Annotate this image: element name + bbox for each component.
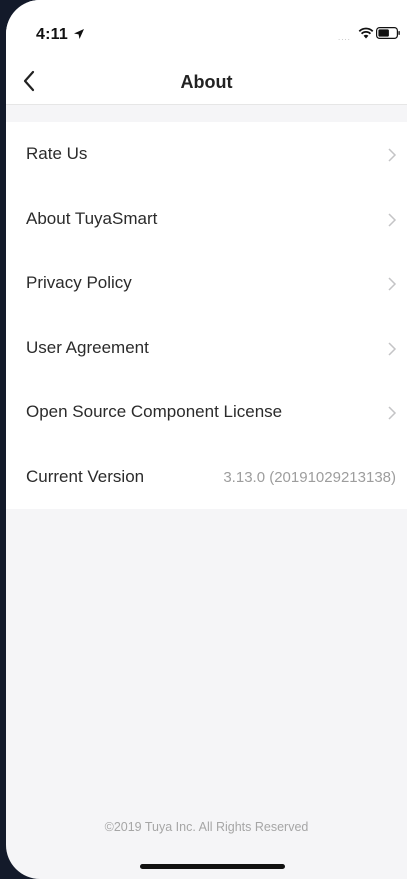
chevron-right-icon (388, 406, 397, 420)
menu-item-current-version: Current Version 3.13.0 (20191029213138) (6, 445, 407, 510)
menu-item-label: Rate Us (26, 144, 88, 163)
location-arrow-icon (74, 29, 84, 39)
menu-item-label: User Agreement (26, 337, 149, 357)
copyright-footer: ©2019 Tuya Inc. All Rights Reserved (104, 820, 309, 834)
wifi-icon (358, 27, 374, 39)
menu-item-about-tuyasmart[interactable]: About TuyaSmart (6, 187, 407, 252)
menu-item-label: Open Source Component License (26, 402, 283, 421)
page-title: About (180, 72, 233, 92)
menu-item-privacy-policy[interactable]: Privacy Policy (6, 251, 407, 316)
version-label: Current Version (26, 466, 145, 486)
menu-item-user-agreement[interactable]: User Agreement (6, 316, 407, 381)
battery-icon (376, 27, 400, 39)
version-value: 3.13.0 (20191029213138) (223, 468, 396, 486)
menu-item-open-source-license[interactable]: Open Source Component License (6, 380, 407, 445)
status-bar: 4:11 .... (6, 0, 407, 58)
navigation-bar: About (6, 58, 407, 105)
chevron-right-icon (388, 212, 397, 227)
menu-item-label: About TuyaSmart (26, 208, 158, 228)
signal-dots: .... (338, 33, 351, 42)
menu-item-rate-us[interactable]: Rate Us (6, 122, 407, 187)
menu-list: Rate Us About TuyaSmart Privacy Policy U… (6, 122, 407, 509)
chevron-right-icon (388, 148, 397, 162)
chevron-right-icon (388, 277, 397, 291)
home-indicator[interactable] (140, 864, 285, 869)
chevron-right-icon (388, 341, 397, 356)
menu-item-label: Privacy Policy (26, 273, 132, 292)
status-time: 4:11 (36, 26, 68, 43)
phone-screen: 4:11 .... About Rate Us About TuyaSmart … (6, 0, 407, 879)
